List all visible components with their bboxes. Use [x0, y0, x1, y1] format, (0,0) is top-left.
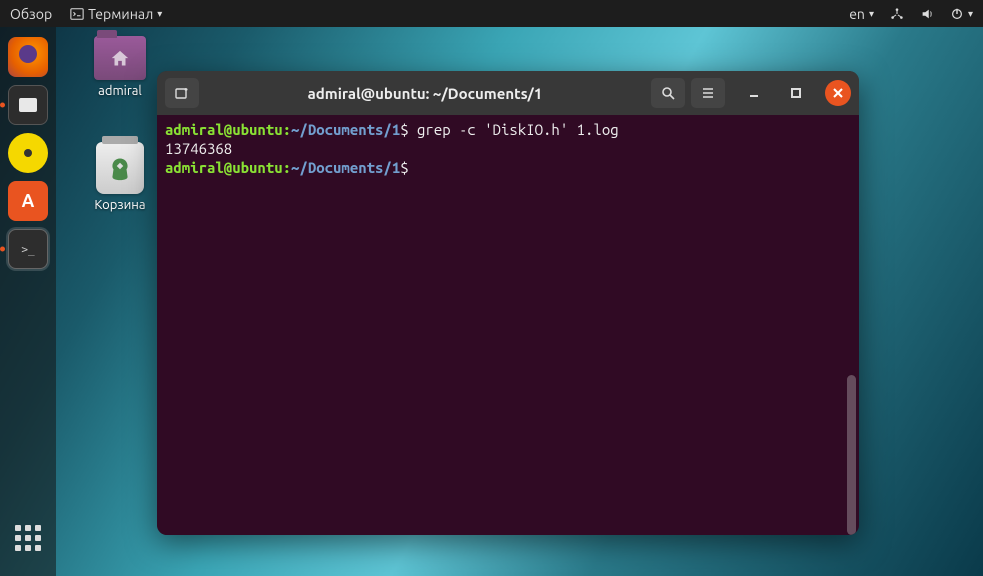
- maximize-button[interactable]: [783, 80, 809, 106]
- close-icon: [832, 87, 844, 99]
- terminal-body[interactable]: admiral@ubuntu:~/Documents/1$ grep -c 'D…: [157, 115, 859, 535]
- minimize-icon: [748, 87, 760, 99]
- desktop-icon-label: admiral: [98, 84, 142, 98]
- command-text: grep -c 'DiskIO.h' 1.log: [417, 121, 619, 138]
- app-menu-label: Терминал: [88, 6, 153, 22]
- desktop-icon-label: Корзина: [94, 198, 145, 212]
- show-applications-button[interactable]: [8, 518, 48, 558]
- prompt-user: admiral@ubuntu: [165, 121, 283, 138]
- app-menu[interactable]: Терминал ▾: [70, 6, 162, 22]
- power-indicator[interactable]: ▾: [950, 7, 973, 21]
- input-source-indicator[interactable]: en ▾: [849, 6, 874, 22]
- prompt-user: admiral@ubuntu: [165, 159, 283, 176]
- hamburger-icon: [700, 85, 716, 101]
- search-icon: [660, 85, 676, 101]
- chevron-down-icon: ▾: [157, 8, 162, 20]
- menu-button[interactable]: [691, 78, 725, 108]
- power-icon: [950, 7, 964, 21]
- terminal-icon: [70, 7, 84, 21]
- lang-label: en: [849, 6, 865, 22]
- chevron-down-icon: ▾: [869, 8, 874, 20]
- minimize-button[interactable]: [741, 80, 767, 106]
- trash-icon: [96, 142, 144, 194]
- dock-rhythmbox[interactable]: [8, 133, 48, 173]
- new-tab-icon: [174, 85, 190, 101]
- search-button[interactable]: [651, 78, 685, 108]
- window-titlebar[interactable]: admiral@ubuntu: ~/Documents/1: [157, 71, 859, 115]
- terminal-line: admiral@ubuntu:~/Documents/1$ grep -c 'D…: [165, 121, 851, 140]
- volume-icon: [920, 7, 934, 21]
- dock-software[interactable]: [8, 181, 48, 221]
- terminal-line: 13746368: [165, 140, 851, 159]
- maximize-icon: [790, 87, 802, 99]
- terminal-window: admiral@ubuntu: ~/Documents/1 admiral@ub…: [157, 71, 859, 535]
- output-text: 13746368: [165, 140, 232, 157]
- close-button[interactable]: [825, 80, 851, 106]
- scrollbar[interactable]: [847, 375, 856, 535]
- desktop-icon-trash[interactable]: Корзина: [84, 142, 156, 212]
- activities-label: Обзор: [10, 6, 52, 22]
- window-title: admiral@ubuntu: ~/Documents/1: [205, 85, 645, 102]
- dock: [0, 27, 56, 576]
- desktop-icon-home[interactable]: admiral: [84, 36, 156, 98]
- network-icon: [890, 7, 904, 21]
- activities-button[interactable]: Обзор: [10, 6, 52, 22]
- new-tab-button[interactable]: [165, 78, 199, 108]
- running-indicator: [0, 103, 5, 108]
- volume-indicator[interactable]: [920, 7, 934, 21]
- network-indicator[interactable]: [890, 7, 904, 21]
- dock-terminal[interactable]: [8, 229, 48, 269]
- prompt-path: ~/Documents/1: [291, 159, 400, 176]
- dock-firefox[interactable]: [8, 37, 48, 77]
- dock-files[interactable]: [8, 85, 48, 125]
- terminal-line: admiral@ubuntu:~/Documents/1$: [165, 159, 851, 178]
- folder-icon: [94, 36, 146, 80]
- prompt-path: ~/Documents/1: [291, 121, 400, 138]
- chevron-down-icon: ▾: [968, 8, 973, 20]
- running-indicator: [0, 247, 5, 252]
- top-bar: Обзор Терминал ▾ en ▾ ▾: [0, 0, 983, 27]
